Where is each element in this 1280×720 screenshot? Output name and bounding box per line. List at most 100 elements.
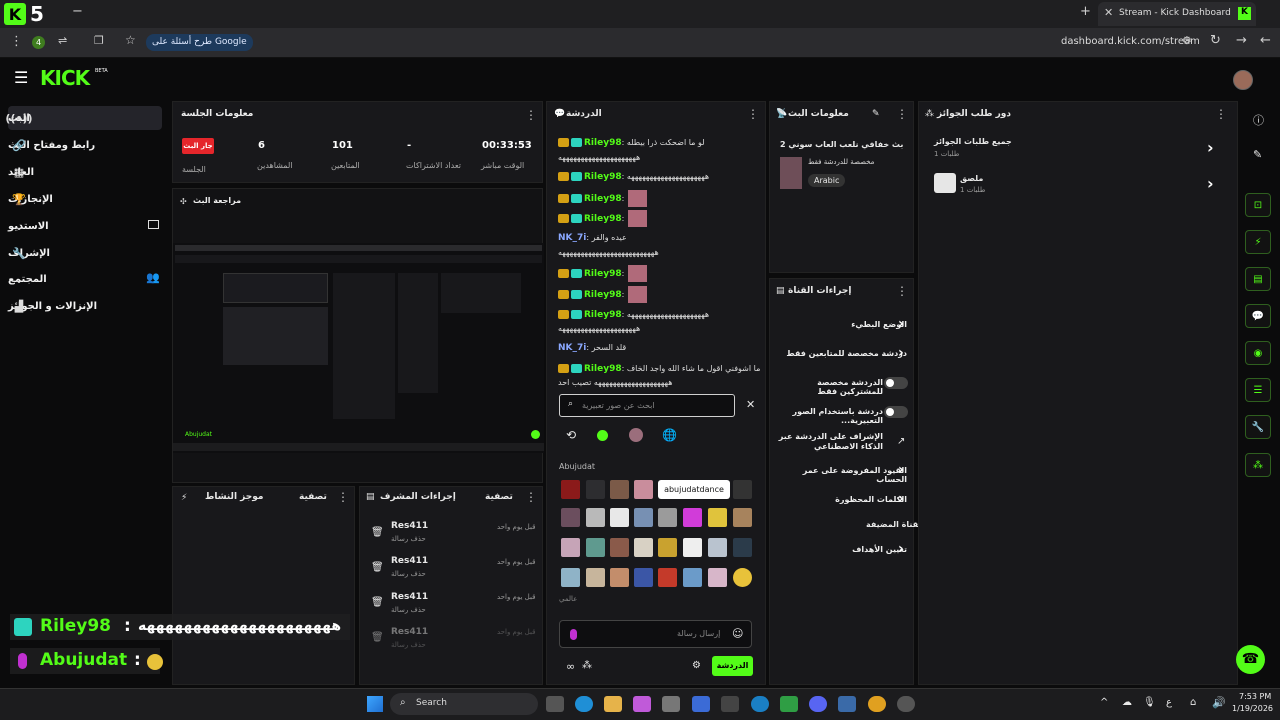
tool-broadcast-button[interactable]: ◉ xyxy=(1245,341,1271,365)
tool-notes-button[interactable]: ▤ xyxy=(1245,267,1271,291)
clock-date[interactable]: 1/19/2026 xyxy=(1232,704,1273,713)
emote-search-input[interactable]: ⌕ ابحث عن صور تعبيرية xyxy=(559,394,735,417)
filter-button[interactable]: تصفية xyxy=(299,492,327,502)
emote[interactable] xyxy=(733,508,752,527)
chat-send-button[interactable]: الدردشة xyxy=(712,656,753,676)
channel-action-emote-only[interactable]: دردشة باستخدام الصور التعبيرية... xyxy=(775,407,884,425)
chrome-icon[interactable] xyxy=(868,696,886,712)
chat-username[interactable]: Riley98 xyxy=(584,290,622,300)
settings-icon[interactable] xyxy=(897,696,915,712)
chat-input[interactable]: إرسال رسالة ☺ xyxy=(559,620,752,648)
sidebar-item-stream-key[interactable]: 🔗 رابط ومفتاح البث xyxy=(8,133,162,157)
wifi-icon[interactable]: ⌂ xyxy=(1190,697,1196,708)
emote[interactable] xyxy=(683,568,702,587)
tool-wrench-button[interactable]: 🔧 xyxy=(1245,415,1271,439)
more-options-icon[interactable]: ⋮ xyxy=(747,107,759,121)
url-text[interactable]: dashboard.kick.com/stream xyxy=(1061,36,1200,47)
infinity-icon[interactable]: ∞ xyxy=(566,660,575,673)
more-options-icon[interactable]: ⋮ xyxy=(525,108,537,122)
emote[interactable] xyxy=(634,508,653,527)
channel-action-ai-moderation[interactable]: الإشراف على الدردشة عبر الذكاء الاصطناعي xyxy=(775,432,883,452)
emoji-icon[interactable]: ☺ xyxy=(732,627,743,640)
emote[interactable] xyxy=(733,538,752,557)
copy-icon[interactable]: ❐ xyxy=(94,34,104,47)
emote[interactable] xyxy=(561,508,580,527)
filter-button[interactable]: تصفية xyxy=(485,492,513,502)
tool-list-button[interactable]: ☰ xyxy=(1245,378,1271,402)
channel-action-subscribers-only[interactable]: الدردشة مخصصة للمشتركين فقط xyxy=(775,378,883,396)
tool-bolt-button[interactable]: ⚡ xyxy=(1245,230,1271,254)
forward-icon[interactable]: → xyxy=(1236,33,1247,48)
pencil-icon[interactable]: ✎ xyxy=(1253,148,1262,161)
emote[interactable] xyxy=(634,480,653,499)
extension-badge[interactable]: 4 xyxy=(32,36,45,49)
emote[interactable] xyxy=(683,538,702,557)
tab-close-icon[interactable]: ✕ xyxy=(1104,6,1113,19)
more-options-icon[interactable]: ⋮ xyxy=(896,284,908,298)
sidebar-item-stream[interactable]: ((•)) البث xyxy=(5,106,162,130)
emote[interactable] xyxy=(683,508,702,527)
more-options-icon[interactable]: ⋮ xyxy=(896,107,908,121)
emote[interactable] xyxy=(561,568,580,587)
edit-icon[interactable]: ✎ xyxy=(872,109,880,119)
global-emotes-icon[interactable]: 🌐 xyxy=(662,428,677,442)
emote[interactable] xyxy=(610,538,629,557)
minecraft-icon[interactable] xyxy=(780,696,798,712)
info-icon[interactable]: ⓘ xyxy=(1253,112,1264,128)
sidebar-item-moderation[interactable]: 🔧 الإشراف xyxy=(8,241,162,265)
channel-action-slow-mode[interactable]: الوضع البطيء xyxy=(775,320,907,329)
emote[interactable] xyxy=(610,568,629,587)
emote-only-toggle[interactable] xyxy=(884,406,908,418)
tray-chevron-icon[interactable]: ^ xyxy=(1100,697,1108,708)
emote[interactable] xyxy=(708,568,727,587)
emote[interactable] xyxy=(708,538,727,557)
emote[interactable] xyxy=(586,538,605,557)
reload-icon[interactable]: ↻ xyxy=(1210,33,1221,48)
windows-start-icon[interactable] xyxy=(367,696,383,712)
command-icon[interactable]: ⁂ xyxy=(582,660,592,671)
edge-icon[interactable] xyxy=(575,696,593,712)
copilot-icon[interactable] xyxy=(633,696,651,712)
new-tab-icon[interactable]: + xyxy=(1080,4,1091,19)
emote[interactable] xyxy=(586,480,605,499)
tool-rewards-button[interactable]: ⁂ xyxy=(1245,453,1271,477)
chevron-right-icon[interactable]: › xyxy=(898,345,904,361)
emote[interactable] xyxy=(658,508,677,527)
channel-action-account-age[interactable]: القيود المفروضة على عمر الحساب xyxy=(775,466,907,484)
obs-icon[interactable] xyxy=(721,696,739,712)
tab-search-icon[interactable]: ⇌ xyxy=(58,34,67,47)
emote[interactable] xyxy=(658,538,677,557)
tool-screenshot-button[interactable]: ⊡ xyxy=(1245,193,1271,217)
sidebar-item-revenue[interactable]: ▦ العائد xyxy=(8,160,162,184)
channel-action-banned-words[interactable]: الكلمات المحظورة xyxy=(775,495,907,504)
emote[interactable] xyxy=(733,480,752,499)
more-options-icon[interactable]: ⋮ xyxy=(1215,107,1227,121)
volume-icon[interactable]: 🔊 xyxy=(1212,696,1226,709)
stream-preview-video[interactable] xyxy=(173,243,544,453)
emote[interactable] xyxy=(634,538,653,557)
task-view-icon[interactable] xyxy=(546,696,564,712)
chevron-right-icon[interactable]: › xyxy=(898,316,904,332)
chat-username[interactable]: NK_7i xyxy=(558,343,586,353)
emote[interactable] xyxy=(561,480,580,499)
app-icon[interactable] xyxy=(838,696,856,712)
chevron-right-icon[interactable]: › xyxy=(1207,174,1214,193)
tool-chat-button[interactable]: 💬 xyxy=(1245,304,1271,328)
avatar[interactable] xyxy=(1233,70,1253,90)
browser-icon[interactable] xyxy=(751,696,769,712)
site-settings-icon[interactable]: ⚙ xyxy=(1182,34,1192,47)
kick-logo[interactable]: KICK xyxy=(40,66,90,90)
browser-tab[interactable]: ✕ Stream - Kick Dashboard K xyxy=(1098,2,1256,26)
mic-tray-icon[interactable]: 🎙 xyxy=(1143,697,1156,708)
emote[interactable] xyxy=(586,508,605,527)
menu-dots-icon[interactable]: ⋮ xyxy=(10,34,23,49)
chat-username[interactable]: Riley98 xyxy=(584,172,622,182)
google-chip[interactable]: طرح أسئلة على Google xyxy=(146,34,253,51)
chevron-right-icon[interactable]: › xyxy=(898,462,904,478)
chat-username[interactable]: Riley98 xyxy=(584,214,622,224)
channel-action-goals[interactable]: تعيين الأهداف xyxy=(775,545,907,554)
more-options-icon[interactable]: ⋮ xyxy=(337,490,349,504)
sidebar-item-drops[interactable]: ▟ الإنزالات و الجوائز xyxy=(8,294,162,318)
language-icon[interactable]: ع xyxy=(1166,697,1172,708)
emote[interactable] xyxy=(586,568,605,587)
